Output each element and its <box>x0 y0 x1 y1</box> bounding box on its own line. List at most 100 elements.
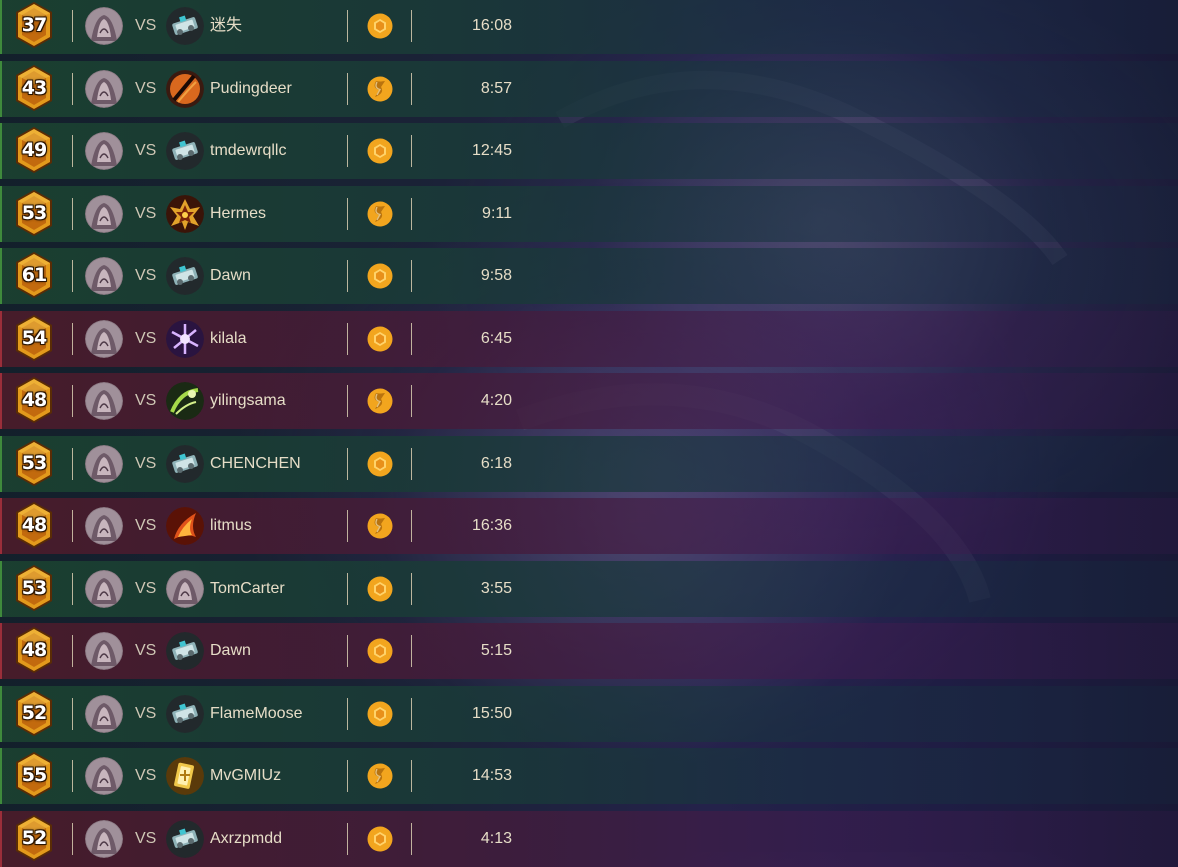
rank-number: 48 <box>21 639 47 661</box>
vs-label: VS <box>135 17 157 34</box>
divider <box>411 385 412 417</box>
opponent-name: Axrzpmdd <box>210 829 283 847</box>
divider <box>72 572 73 605</box>
divider <box>347 197 348 230</box>
vs-label: VS <box>135 204 157 222</box>
divider <box>411 10 412 42</box>
rank-number: 61 <box>21 264 47 286</box>
rank-number: 37 <box>21 14 47 36</box>
rank-number: 55 <box>21 764 47 786</box>
divider <box>72 10 73 42</box>
vs-label: VS <box>135 79 157 97</box>
match-row-win[interactable]: 52 VS FlameMoose 15:50 <box>0 685 1178 742</box>
divider <box>347 760 348 792</box>
standard-mode-icon <box>367 701 393 727</box>
opponent-hero-portrait <box>166 7 204 45</box>
opponent-name: Dawn <box>210 642 251 659</box>
opponent-name: Dawn <box>210 267 251 284</box>
match-row-win[interactable]: 53 VS Hermes 9:11 <box>0 185 1178 242</box>
wild-mode-icon <box>367 513 393 539</box>
divider <box>347 322 348 355</box>
standard-mode-icon <box>367 138 393 164</box>
divider <box>347 572 348 605</box>
standard-mode-icon <box>367 13 393 39</box>
divider <box>72 510 73 542</box>
divider <box>72 385 73 417</box>
vs-label: VS <box>135 579 157 597</box>
standard-mode-icon <box>367 326 393 352</box>
divider <box>411 760 412 792</box>
divider <box>411 822 412 855</box>
match-row-win[interactable]: 37 VS 迷失 16:08 <box>0 0 1178 54</box>
opponent-hero-portrait <box>166 257 204 295</box>
player-hero-portrait <box>85 694 123 733</box>
opponent-name: kilala <box>210 329 247 347</box>
divider <box>347 260 348 292</box>
match-row-loss[interactable]: 52 VS Axrzpmdd 4:13 <box>0 810 1178 867</box>
wild-mode-icon <box>367 388 393 414</box>
divider <box>411 260 412 292</box>
rank-number: 53 <box>21 576 47 599</box>
match-row-win[interactable]: 49 VS tmdewrqllc 12:45 <box>0 123 1178 179</box>
player-hero-portrait <box>85 757 123 795</box>
opponent-hero-portrait <box>166 507 204 545</box>
divider <box>72 135 73 167</box>
standard-mode-icon <box>367 638 393 664</box>
match-duration: 14:53 <box>471 767 512 784</box>
divider <box>72 72 73 105</box>
rank-badge: 61 <box>14 251 54 299</box>
rank-number: 43 <box>21 76 47 99</box>
divider <box>347 510 348 542</box>
vs-label: VS <box>135 392 157 409</box>
match-duration: 6:45 <box>480 329 512 347</box>
rank-badge: 48 <box>14 376 54 424</box>
rank-number: 48 <box>21 514 47 536</box>
vs-label: VS <box>135 454 157 472</box>
vs-label: VS <box>135 704 157 722</box>
divider <box>347 135 348 167</box>
match-row-win[interactable]: 61 VS Dawn 9:58 <box>0 248 1178 304</box>
match-row-loss[interactable]: 48 VS litmus 16:36 <box>0 498 1178 554</box>
rank-badge: 48 <box>14 626 54 674</box>
opponent-hero-portrait <box>166 132 204 170</box>
match-row-win[interactable]: 53 VS TomCarter 3:55 <box>0 560 1178 617</box>
vs-label: VS <box>135 767 157 784</box>
rank-number: 54 <box>21 326 47 349</box>
player-hero-portrait <box>85 257 123 295</box>
match-row-loss[interactable]: 54 VS kilala 6:45 <box>0 310 1178 367</box>
opponent-name: Hermes <box>210 204 267 222</box>
rank-badge: 53 <box>14 564 54 612</box>
wild-mode-icon <box>367 76 393 102</box>
divider <box>347 447 348 480</box>
divider <box>347 635 348 667</box>
match-row-win[interactable]: 53 VS CHENCHEN 6:18 <box>0 435 1178 492</box>
match-row-loss[interactable]: 48 VS yilingsama 4:20 <box>0 373 1178 429</box>
match-duration: 9:58 <box>480 267 512 284</box>
opponent-name: CHENCHEN <box>210 454 301 472</box>
rank-badge: 52 <box>14 689 54 737</box>
rank-number: 52 <box>21 826 47 849</box>
divider <box>411 72 412 105</box>
vs-label: VS <box>135 517 157 534</box>
match-duration: 5:15 <box>480 642 512 659</box>
opponent-name: Pudingdeer <box>210 79 292 97</box>
match-duration: 4:20 <box>480 392 512 409</box>
opponent-name: FlameMoose <box>210 704 303 722</box>
opponent-hero-portrait <box>166 694 204 733</box>
standard-mode-icon <box>367 451 393 477</box>
standard-mode-icon <box>367 263 393 289</box>
rank-badge: 48 <box>14 501 54 549</box>
divider <box>411 635 412 667</box>
rank-badge: 54 <box>14 314 54 362</box>
divider <box>411 197 412 230</box>
rank-number: 53 <box>21 201 47 224</box>
rank-number: 48 <box>21 389 47 411</box>
match-row-loss[interactable]: 48 VS Dawn 5:15 <box>0 623 1178 679</box>
divider <box>347 10 348 42</box>
opponent-hero-portrait <box>166 69 204 108</box>
player-hero-portrait <box>85 569 123 608</box>
match-row-win[interactable]: 55 VS MvGMIUz 14:53 <box>0 748 1178 804</box>
match-row-win[interactable]: 43 VS Pudingdeer 8:57 <box>0 60 1178 117</box>
divider <box>411 322 412 355</box>
opponent-name: 迷失 <box>210 17 243 34</box>
